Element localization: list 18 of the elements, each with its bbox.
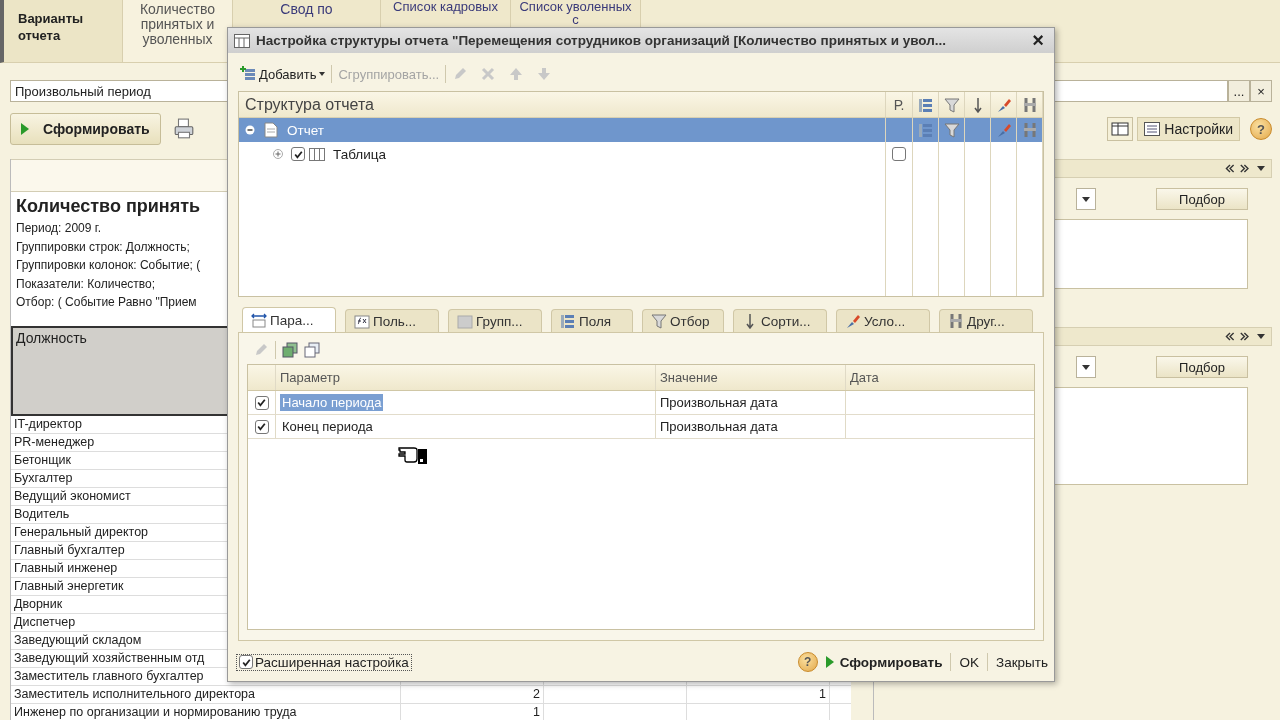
table-cell-text: Конец периода [281, 418, 374, 435]
table-cell: Инженер по организации и нормированию труда [11, 703, 401, 720]
column-header: Значение [656, 365, 846, 390]
table-cell: 1 [533, 704, 540, 719]
column-header: Параметр [276, 365, 656, 390]
table-cell: Заместитель исполнительного директора [11, 685, 401, 703]
column-header: Р. [886, 92, 913, 117]
column-header: Дата [849, 369, 880, 387]
table-cell: Произвольная дата [660, 395, 778, 410]
dialog-title: Настройка структуры отчета "Перемещения сотрудников организаций [Количество принятых и увол... [256, 33, 948, 48]
tree-item-label: Таблица [333, 146, 386, 162]
column-header: Структура отчета [239, 92, 886, 117]
table-cell: Произвольная дата [660, 419, 778, 434]
report-variants-label: Варианты отчета [4, 0, 123, 62]
table-cell: Начало периода [280, 394, 384, 411]
tree-item-label: Отчет [287, 122, 324, 138]
table-cell: 1 [819, 686, 826, 701]
table-cell: 2 [533, 686, 540, 701]
